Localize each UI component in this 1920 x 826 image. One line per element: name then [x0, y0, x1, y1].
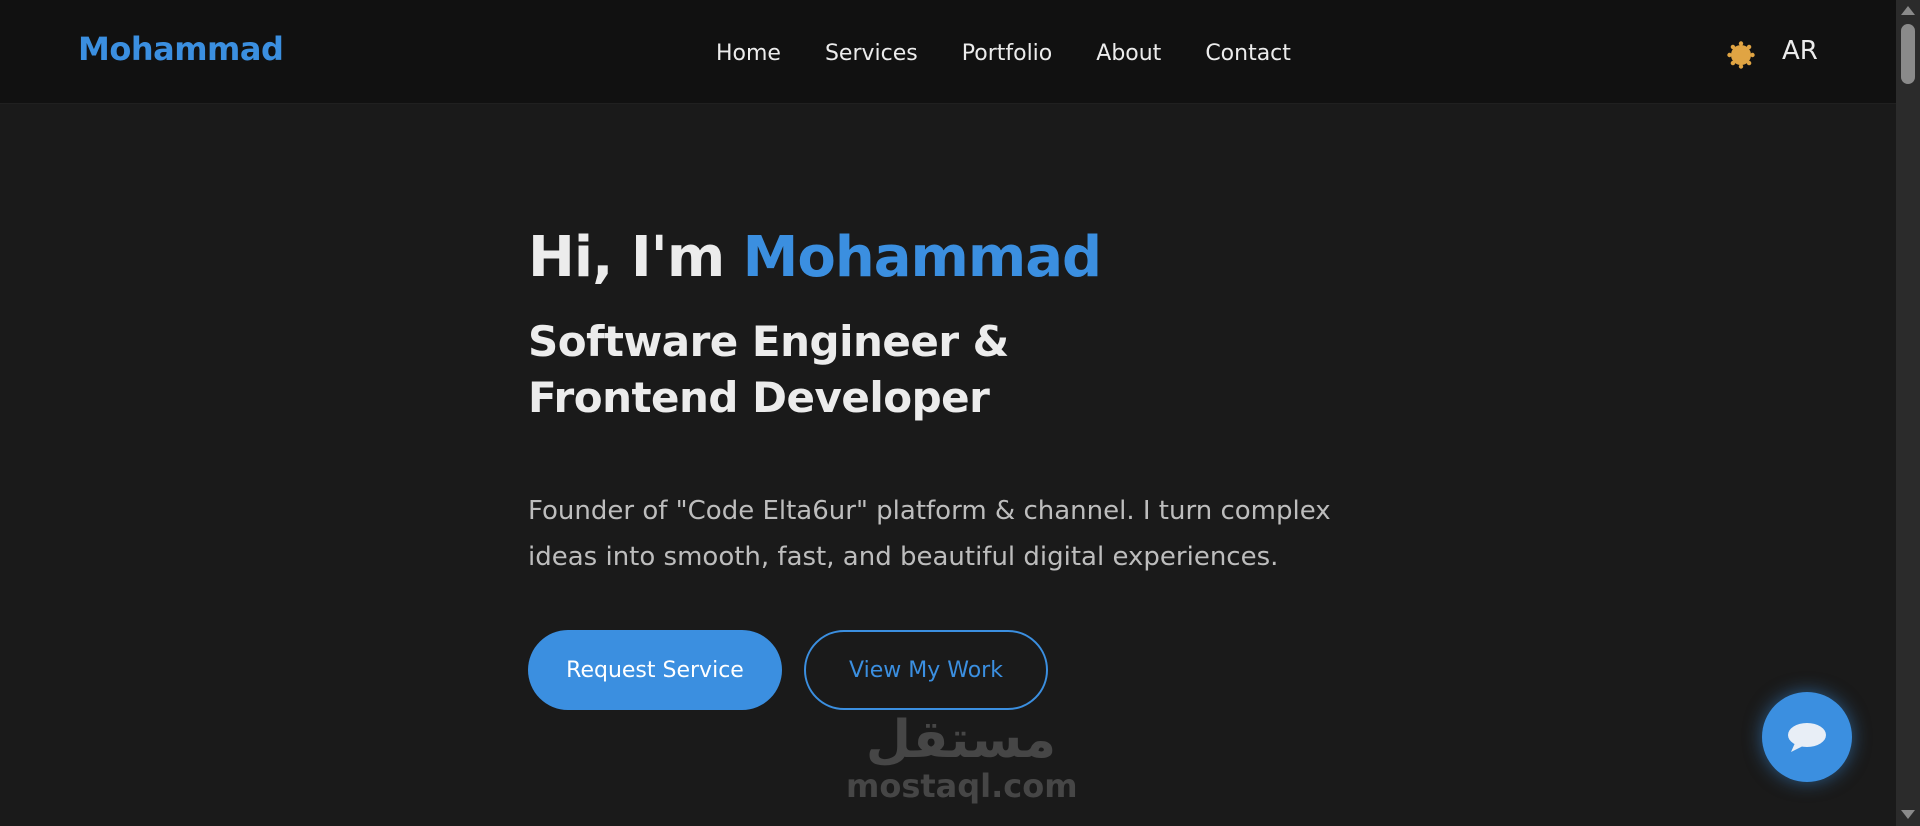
scroll-up-arrow[interactable]: [1901, 6, 1915, 15]
hero-subtitle: Software Engineer & Frontend Developer: [528, 317, 1009, 422]
mostaql-watermark: مستقل mostaql.com: [846, 710, 1078, 812]
nav-link-about[interactable]: About: [1096, 41, 1161, 66]
sun-icon: [1727, 41, 1755, 69]
nav-link-portfolio[interactable]: Portfolio: [962, 41, 1053, 66]
watermark-arabic: مستقل: [865, 710, 1057, 770]
request-service-button[interactable]: Request Service: [528, 630, 782, 710]
chat-bubble-icon: [1788, 723, 1826, 752]
nav-links: Home Services Portfolio About Contact: [716, 36, 1291, 70]
view-my-work-button[interactable]: View My Work: [804, 630, 1048, 710]
hero-title-prefix: Hi, I'm: [528, 225, 743, 290]
hero-section: Hi, I'm Mohammad Software Engineer & Fro…: [528, 218, 1428, 710]
nav-link-services[interactable]: Services: [825, 41, 918, 66]
brand-logo[interactable]: Mohammad: [78, 30, 284, 68]
nav-link-home[interactable]: Home: [716, 41, 781, 66]
theme-toggle-button[interactable]: [1726, 40, 1756, 70]
navbar: Mohammad Home Services Portfolio About C…: [0, 0, 1896, 104]
watermark-latin: mostaql.com: [846, 767, 1078, 805]
page: Mohammad Home Services Portfolio About C…: [0, 0, 1920, 826]
nav-link-contact[interactable]: Contact: [1205, 41, 1291, 66]
hero-buttons: Request Service View My Work: [528, 630, 1428, 710]
hero-title: Hi, I'm Mohammad: [528, 218, 1428, 298]
hero-description: Founder of "Code Elta6ur" platform & cha…: [528, 496, 1331, 572]
hero-title-name: Mohammad: [742, 225, 1102, 290]
chat-button[interactable]: [1762, 692, 1852, 782]
scroll-thumb[interactable]: [1901, 24, 1915, 84]
language-toggle[interactable]: AR: [1782, 36, 1818, 66]
page-scrollbar[interactable]: [1896, 0, 1920, 826]
scroll-down-arrow[interactable]: [1901, 810, 1915, 819]
